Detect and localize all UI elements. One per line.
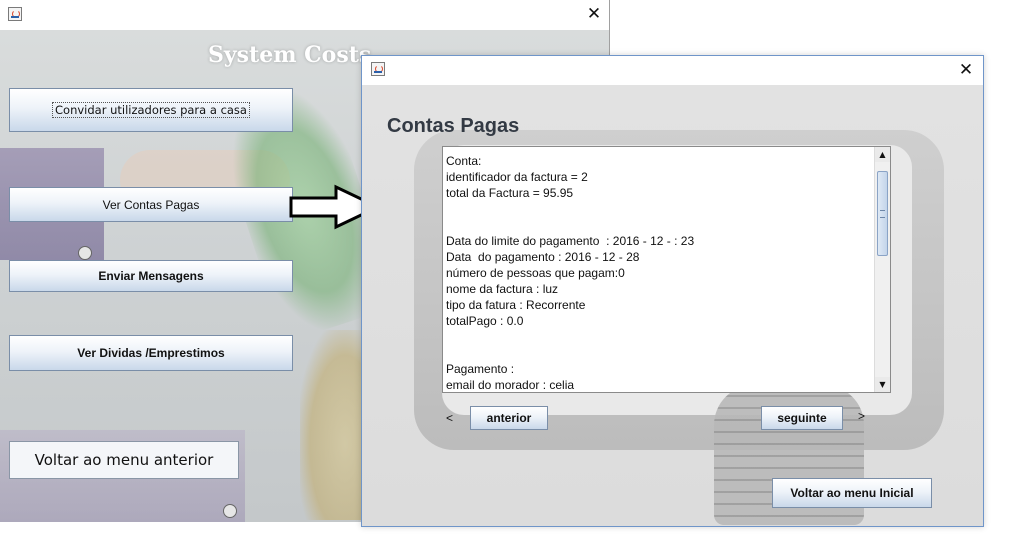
bill-detail-line: número de pessoas que pagam:0 (446, 266, 625, 280)
bill-detail-line (446, 201, 874, 217)
next-button[interactable]: seguinte (761, 406, 843, 430)
view-paid-bills-button[interactable]: Ver Contas Pagas (9, 187, 293, 222)
bill-detail-line: nome da factura : luz (446, 282, 559, 296)
main-menu-titlebar: ✕ (0, 0, 609, 30)
scroll-up-icon[interactable]: ▲ (875, 147, 890, 162)
bill-detail-line: email do morador : celia (446, 378, 575, 392)
invite-users-button[interactable]: Convidar utilizadores para a casa (9, 88, 293, 132)
app-title: System Costs (208, 42, 372, 68)
bill-detail-line: Data do pagamento : 2016 - 12 - 28 (446, 250, 640, 264)
previous-button[interactable]: anterior (470, 406, 548, 430)
send-messages-button[interactable]: Enviar Mensagens (9, 260, 293, 292)
card-hole-icon (78, 246, 92, 260)
paid-bills-titlebar: ✕ (362, 56, 983, 85)
back-main-menu-button[interactable]: Voltar ao menu Inicial (772, 478, 932, 508)
bill-detail-line (446, 329, 874, 345)
java-app-icon (371, 62, 385, 76)
invite-users-label: Convidar utilizadores para a casa (52, 102, 250, 118)
bill-detail-line: identificador da factura = 2 (446, 170, 588, 184)
scroll-down-icon[interactable]: ▼ (875, 377, 890, 392)
bill-detail-line: Conta: (446, 154, 482, 168)
bill-details-textarea[interactable]: Conta: identificador da factura = 2 total … (442, 146, 891, 393)
bill-details-text: Conta: identificador da factura = 2 total … (446, 153, 874, 392)
bill-detail-line (446, 217, 874, 233)
page-title: Contas Pagas (387, 115, 520, 137)
previous-indicator: < (446, 411, 454, 425)
paid-bills-window: ✕ Contas Pagas Conta: identificador da fa… (361, 55, 984, 527)
card-hole-icon (223, 504, 237, 518)
view-debts-button[interactable]: Ver Dividas /Emprestimos (9, 335, 293, 371)
bill-detail-line: Data do limite do pagamento : 2016 - 12 … (446, 234, 695, 248)
vertical-scrollbar[interactable]: ▲ ▼ (874, 147, 890, 392)
bill-detail-line: Pagamento : (446, 362, 515, 376)
scrollbar-thumb[interactable] (877, 171, 888, 256)
next-indicator: > (858, 409, 866, 423)
java-app-icon (8, 7, 22, 21)
back-previous-menu-button[interactable]: Voltar ao menu anterior (9, 441, 239, 479)
close-icon[interactable]: ✕ (956, 59, 976, 81)
bill-detail-line: totalPago : 0.0 (446, 314, 524, 328)
bill-detail-line: tipo da fatura : Recorrente (446, 298, 586, 312)
close-icon[interactable]: ✕ (584, 3, 604, 25)
bill-detail-line (446, 345, 874, 361)
paid-bills-panel: Contas Pagas Conta: identificador da fact… (362, 85, 983, 526)
bill-detail-line: total da Factura = 95.95 (446, 186, 574, 200)
